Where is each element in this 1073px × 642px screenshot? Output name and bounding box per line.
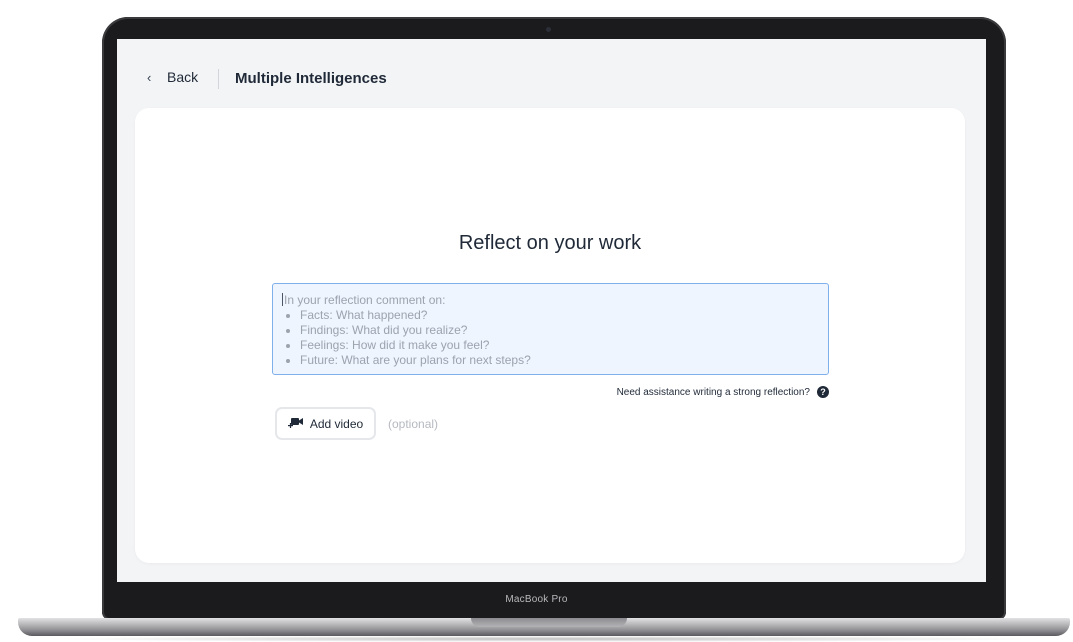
webcam xyxy=(546,27,551,32)
reflection-heading: Reflect on your work xyxy=(458,232,642,254)
back-button[interactable]: ‹ Back xyxy=(147,69,198,85)
add-video-button[interactable]: Add video xyxy=(275,407,376,440)
video-camera-plus-icon xyxy=(287,416,304,431)
back-label: Back xyxy=(167,69,199,85)
reflection-textarea[interactable]: In your reflection comment on: Facts: Wh… xyxy=(272,283,829,375)
optional-label: (optional) xyxy=(388,417,439,431)
laptop-base-notch xyxy=(471,618,627,627)
question-circle-icon[interactable]: ? xyxy=(817,386,829,398)
laptop-shadow xyxy=(40,636,1048,642)
prompt-item: Future: What are your plans for next ste… xyxy=(300,353,819,368)
placeholder-intro-text: In your reflection comment on: xyxy=(284,293,446,307)
placeholder-prompt-list: Facts: What happened? Findings: What did… xyxy=(282,308,819,368)
help-row: Need assistance writing a strong reflect… xyxy=(272,386,829,398)
reflection-card: Reflect on your work In your reflection … xyxy=(135,108,965,563)
device-brand-label: MacBook Pro xyxy=(505,594,568,605)
app-screen: ‹ Back Multiple Intelligences Reflect on… xyxy=(117,39,986,582)
help-text[interactable]: Need assistance writing a strong reflect… xyxy=(617,387,810,398)
prompt-item: Findings: What did you realize? xyxy=(300,323,819,338)
prompt-item: Feelings: How did it make you feel? xyxy=(300,338,819,353)
prompt-item: Facts: What happened? xyxy=(300,308,819,323)
page-title: Multiple Intelligences xyxy=(235,70,387,87)
text-caret xyxy=(282,293,283,306)
add-video-label: Add video xyxy=(309,416,364,431)
header-divider xyxy=(218,69,219,89)
chevron-left-icon: ‹ xyxy=(147,69,152,85)
placeholder-intro: In your reflection comment on: xyxy=(282,293,819,308)
